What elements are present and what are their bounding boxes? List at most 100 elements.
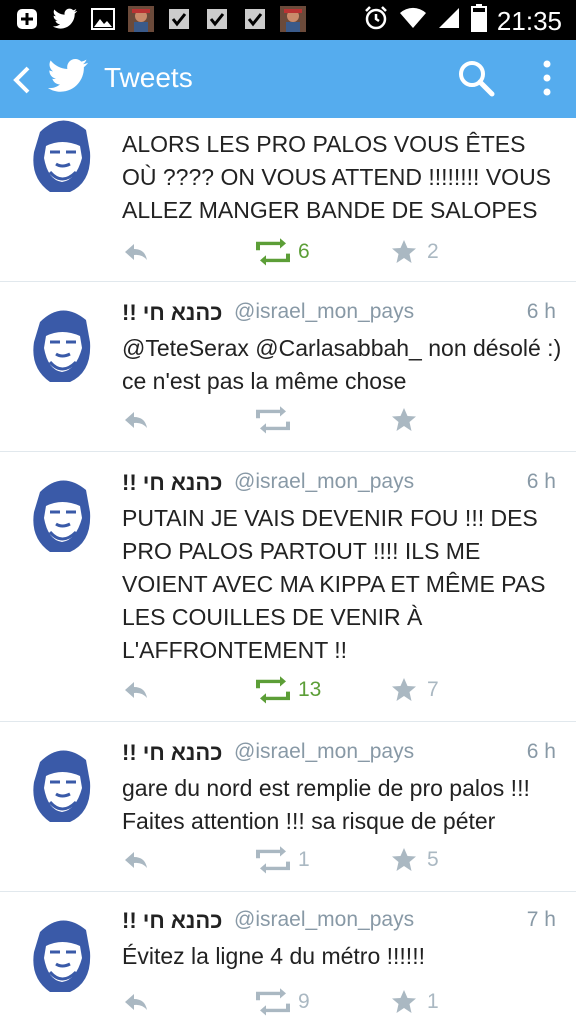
page-title: Tweets <box>104 62 193 93</box>
avatar[interactable] <box>20 912 104 996</box>
star-icon <box>392 990 416 1013</box>
app-bar: Tweets <box>0 40 576 118</box>
plus-box-icon <box>14 6 40 32</box>
author-name[interactable]: !! כהנא חי <box>122 740 222 766</box>
tweet-text: gare du nord est remplie de pro palos !!… <box>122 775 530 834</box>
tweet-text: PUTAIN JE VAIS DEVENIR FOU !!! DES PRO P… <box>122 505 546 663</box>
retweet-button[interactable] <box>256 406 290 434</box>
image-icon <box>90 6 116 32</box>
author-handle[interactable]: @israel_mon_pays <box>234 908 414 932</box>
tweet-header: !! כהנא חי @israel_mon_pays 7 h <box>122 908 562 938</box>
tweet[interactable]: !! כהנא חי @israel_mon_pays 6 h @TeteSer… <box>0 282 576 452</box>
retweet-count: 13 <box>298 678 322 701</box>
tweet-timestamp: 6 h <box>526 740 556 763</box>
tweet[interactable]: ALORS LES PRO PALOS VOUS ÊTES OÙ ???? ON… <box>0 118 576 282</box>
author-name[interactable]: !! כהנא חי <box>122 470 222 496</box>
tweet-timestamp: 6 h <box>526 470 556 493</box>
retweet-button[interactable] <box>256 676 290 704</box>
retweet-icon <box>256 238 290 266</box>
twitter-bird-icon <box>52 6 78 32</box>
alarm-icon <box>363 5 389 36</box>
tweet[interactable]: !! כהנא חי @israel_mon_pays 6 h PUTAIN J… <box>0 452 576 722</box>
star-icon <box>392 240 416 263</box>
author-handle[interactable]: @israel_mon_pays <box>234 300 414 324</box>
reply-icon <box>125 244 147 260</box>
tweet-timestamp: 7 h <box>526 908 556 931</box>
retweet-count: 9 <box>298 990 310 1013</box>
favorite-button[interactable] <box>390 988 418 1016</box>
more-vertical-icon <box>543 60 551 96</box>
clock: 21:35 <box>496 5 562 36</box>
author-handle[interactable]: @israel_mon_pays <box>234 470 414 494</box>
tweet-actions <box>122 406 562 436</box>
retweet-icon <box>256 676 290 704</box>
reply-icon <box>125 994 147 1010</box>
twitter-logo-icon[interactable] <box>46 58 90 98</box>
signal-icon <box>437 6 461 35</box>
reply-button[interactable] <box>122 846 150 874</box>
tweet-text: @TeteSerax @Carlasabbah_ non désolé :) c… <box>122 335 562 394</box>
retweet-button[interactable] <box>256 846 290 874</box>
tweet-timestamp: 6 h <box>526 300 556 323</box>
tweet-actions: 9 1 <box>122 988 562 1018</box>
notification-icons <box>14 6 306 32</box>
retweet-icon <box>256 988 290 1016</box>
reply-button[interactable] <box>122 676 150 704</box>
retweet-button[interactable] <box>256 988 290 1016</box>
system-icons: 21:35 <box>363 4 562 37</box>
avatar[interactable] <box>20 302 104 386</box>
chevron-left-icon <box>13 66 30 94</box>
tweet-header: !! כהנא חי @israel_mon_pays 6 h <box>122 740 562 770</box>
battery-icon <box>470 4 487 37</box>
avatar[interactable] <box>20 472 104 556</box>
favorite-button[interactable] <box>390 676 418 704</box>
tweet[interactable]: !! כהנא חי @israel_mon_pays 6 h gare du … <box>0 722 576 892</box>
reply-icon <box>125 412 147 428</box>
reply-icon <box>125 682 147 698</box>
status-bar: 21:35 <box>0 0 576 40</box>
tweet-text: ALORS LES PRO PALOS VOUS ÊTES OÙ ???? ON… <box>122 131 552 223</box>
tweet-header: !! כהנא חי @israel_mon_pays 6 h <box>122 300 562 330</box>
tweet-list[interactable]: ALORS LES PRO PALOS VOUS ÊTES OÙ ???? ON… <box>0 118 576 1024</box>
avatar-notification-icon <box>280 6 306 32</box>
avatar[interactable] <box>20 742 104 826</box>
wifi-icon <box>399 6 427 35</box>
avatar[interactable] <box>20 118 104 196</box>
tweet-actions: 6 2 <box>122 238 562 268</box>
retweet-icon <box>256 846 290 874</box>
retweet-button[interactable] <box>256 238 290 266</box>
search-button[interactable] <box>456 58 496 98</box>
checkbox-icon <box>242 6 268 32</box>
tweet-actions: 13 7 <box>122 676 562 706</box>
favorite-count: 7 <box>427 678 439 701</box>
checkbox-icon <box>204 6 230 32</box>
tweet[interactable]: !! כהנא חי @israel_mon_pays 7 h Évitez l… <box>0 892 576 1024</box>
tweet-header: !! כהנא חי @israel_mon_pays 6 h <box>122 470 562 500</box>
author-name[interactable]: !! כהנא חי <box>122 908 222 934</box>
star-icon <box>392 848 416 871</box>
reply-icon <box>125 852 147 868</box>
favorite-button[interactable] <box>390 846 418 874</box>
checkbox-icon <box>166 6 192 32</box>
retweet-icon <box>256 406 290 434</box>
search-icon <box>459 61 495 97</box>
reply-button[interactable] <box>122 406 150 434</box>
retweet-count: 6 <box>298 240 310 263</box>
favorite-count: 5 <box>427 848 439 871</box>
back-button[interactable] <box>8 60 38 100</box>
favorite-count: 1 <box>427 990 439 1013</box>
author-name[interactable]: !! כהנא חי <box>122 300 222 326</box>
reply-button[interactable] <box>122 988 150 1016</box>
author-handle[interactable]: @israel_mon_pays <box>234 740 414 764</box>
favorite-count: 2 <box>427 240 439 263</box>
star-icon <box>392 678 416 701</box>
avatar-notification-icon <box>128 6 154 32</box>
star-icon <box>392 408 416 431</box>
favorite-button[interactable] <box>390 238 418 266</box>
favorite-button[interactable] <box>390 406 418 434</box>
tweet-text: Évitez la ligne 4 du métro !!!!!! <box>122 943 425 969</box>
tweet-actions: 1 5 <box>122 846 562 876</box>
overflow-menu-button[interactable] <box>532 56 562 100</box>
retweet-count: 1 <box>298 848 310 871</box>
reply-button[interactable] <box>122 238 150 266</box>
